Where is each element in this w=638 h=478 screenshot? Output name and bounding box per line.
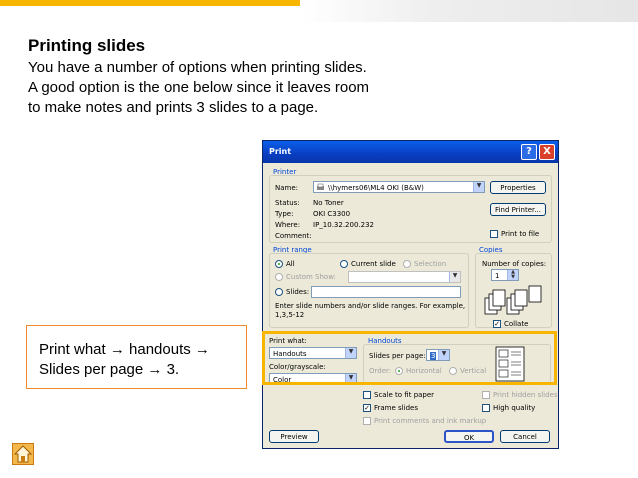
frame-slides-label: Frame slides: [374, 404, 418, 412]
type-label: Type:: [275, 210, 294, 218]
name-label: Name:: [275, 184, 299, 192]
spinner-arrows-icon: ▲ ▼: [507, 270, 518, 280]
instruction-callout: Print what → handouts → Slides per page …: [26, 325, 247, 389]
printer-select[interactable]: \\hymers06\ML4 OKI (B&W) ▼: [313, 181, 485, 193]
high-quality-checkbox[interactable]: [482, 404, 490, 412]
copies-value: 1: [495, 272, 500, 280]
dialog-titlebar: Print ? X: [263, 141, 558, 163]
chevron-down-icon: ▼: [449, 272, 460, 282]
printer-icon: [317, 183, 324, 190]
custom-show-label: Custom Show:: [286, 273, 336, 281]
where-value: IP_10.32.200.232: [313, 221, 374, 229]
handouts-highlight-box: [262, 331, 557, 385]
print-to-file-label: Print to file: [501, 230, 540, 238]
slide-body: You have a number of options when printi…: [28, 58, 408, 118]
custom-show-select[interactable]: ▼: [348, 271, 461, 283]
cancel-button[interactable]: Cancel: [500, 430, 550, 443]
slides-radio[interactable]: [275, 288, 283, 296]
collate-checkbox[interactable]: ✓: [493, 320, 501, 328]
home-icon: [13, 445, 33, 463]
top-gradient-bar: [300, 0, 638, 22]
print-to-file-checkbox[interactable]: [490, 230, 498, 238]
close-button[interactable]: X: [539, 144, 555, 160]
properties-button[interactable]: Properties: [490, 181, 546, 194]
chevron-down-icon: ▼: [473, 182, 484, 192]
frame-slides-checkbox[interactable]: ✓: [363, 404, 371, 412]
status-label: Status:: [275, 199, 300, 207]
help-button[interactable]: ?: [521, 144, 537, 160]
comment-label: Comment:: [275, 232, 312, 240]
type-value: OKI C3300: [313, 210, 351, 218]
printer-name-value: \\hymers06\ML4 OKI (B&W): [328, 184, 424, 192]
collate-label: Collate: [504, 320, 529, 328]
slide-title: Printing slides: [28, 36, 146, 55]
print-hidden-checkbox[interactable]: [482, 391, 490, 399]
where-label: Where:: [275, 221, 301, 229]
slides-input[interactable]: [311, 286, 461, 298]
dialog-title: Print: [269, 147, 292, 156]
slides-label: Slides:: [286, 288, 310, 296]
body-line: to make notes and prints 3 slides to a p…: [28, 99, 319, 116]
ok-button[interactable]: OK: [444, 430, 494, 443]
home-button[interactable]: [12, 443, 34, 465]
collate-pages-icon: [484, 285, 542, 315]
number-of-copies-label: Number of copies:: [482, 260, 547, 268]
scale-to-fit-label: Scale to fit paper: [374, 391, 435, 399]
current-slide-radio[interactable]: [340, 260, 348, 268]
selection-radio[interactable]: [403, 260, 411, 268]
callout-line: Print what → handouts →: [39, 341, 210, 358]
copies-spinner[interactable]: 1 ▲ ▼: [491, 269, 519, 281]
print-comments-label: Print comments and ink markup: [374, 417, 487, 425]
body-line: You have a number of options when printi…: [28, 59, 367, 76]
body-line: A good option is the one below since it …: [28, 79, 370, 96]
status-value: No Toner: [313, 199, 344, 207]
range-hint-line1: Enter slide numbers and/or slide ranges.…: [275, 302, 466, 310]
all-radio[interactable]: [275, 260, 283, 268]
callout-line: Slides per page → 3.: [39, 361, 180, 378]
high-quality-label: High quality: [493, 404, 536, 412]
custom-show-radio[interactable]: [275, 273, 283, 281]
print-hidden-label: Print hidden slides: [493, 391, 558, 399]
top-accent-bar: [0, 0, 300, 6]
current-slide-label: Current slide: [351, 260, 396, 268]
print-dialog: Print ? X Printer Name: \\hymers06\ML4 O…: [262, 140, 559, 449]
find-printer-button[interactable]: Find Printer...: [490, 203, 546, 216]
all-label: All: [286, 260, 295, 268]
selection-label: Selection: [414, 260, 447, 268]
print-comments-checkbox[interactable]: [363, 417, 371, 425]
range-hint-line2: 1,3,5-12: [275, 311, 305, 319]
preview-button[interactable]: Preview: [269, 430, 319, 443]
scale-to-fit-checkbox[interactable]: [363, 391, 371, 399]
